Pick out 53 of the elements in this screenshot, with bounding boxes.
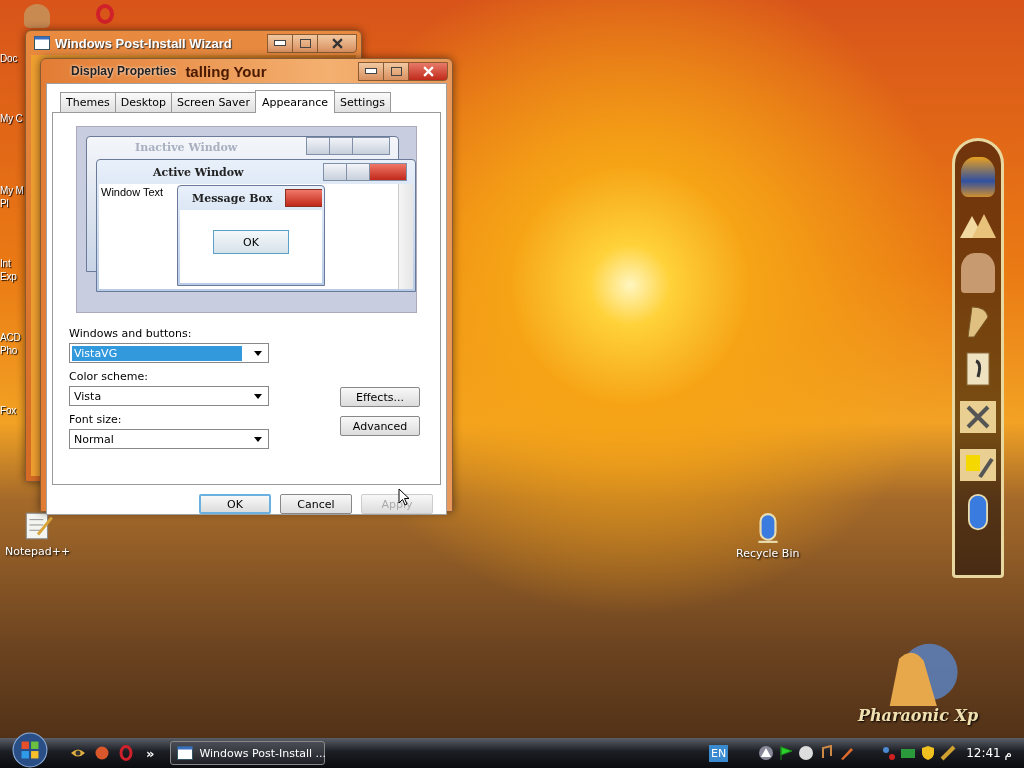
tab[interactable]: Screen Saver (171, 92, 256, 112)
tab[interactable]: Themes (60, 92, 116, 112)
dialog-button[interactable]: Advanced (340, 416, 420, 436)
ring-icon[interactable] (118, 745, 134, 761)
caret-icon (254, 436, 262, 442)
desktop-icon-label[interactable]: Recycle Bin (736, 547, 800, 560)
shield-icon[interactable] (920, 745, 937, 761)
flag-icon[interactable] (778, 745, 795, 761)
maximize-button[interactable] (383, 61, 409, 81)
desktop-icon-label[interactable]: Doc (0, 52, 18, 65)
clock: 12:41 م (966, 746, 1012, 760)
ring-icon (96, 4, 114, 24)
window-title: Windows Post-Install Wizard (55, 35, 232, 51)
window-title: Active Window (153, 165, 244, 179)
minimize-button[interactable] (358, 61, 384, 81)
tab[interactable]: Desktop (114, 92, 173, 112)
window-text: Window Text (100, 185, 165, 200)
background-window-heading: talling Your (185, 62, 267, 80)
dropdown[interactable]: Normal (69, 429, 269, 449)
logo-text: Pharaonic Xp (857, 706, 979, 725)
start-button[interactable] (12, 732, 48, 768)
close-icon (422, 65, 434, 77)
window-title: Display Properties (71, 64, 177, 78)
tab[interactable]: Appearance (254, 90, 335, 113)
taskbar-window-button[interactable]: Windows Post-Install ... (170, 741, 326, 765)
minimize-button[interactable] (267, 33, 293, 53)
dialog-button[interactable]: Effects... (340, 387, 420, 407)
close-icon (353, 138, 389, 154)
desktop-icon-label[interactable]: My C (0, 112, 23, 125)
tab[interactable]: Settings (333, 92, 392, 112)
caret-icon (254, 350, 262, 356)
window-title: Message Box (192, 191, 273, 205)
window-icon (34, 36, 50, 50)
caret-icon (254, 393, 262, 399)
window-title: Windows Post-Install ... (199, 746, 327, 760)
desktop-icon-label[interactable]: Notepad++ (5, 545, 71, 558)
ok-button[interactable]: OK (213, 230, 289, 254)
field-label: Windows and buttons: (69, 327, 193, 340)
dialog-button[interactable]: OK (199, 494, 271, 514)
window-title: Inactive Window (135, 141, 238, 154)
maximize-button[interactable] (292, 33, 318, 53)
window-icon (177, 746, 194, 760)
field-label: Font size: (69, 413, 123, 426)
more-button[interactable]: » (146, 745, 155, 761)
dropdown[interactable]: Vista (69, 386, 269, 406)
close-icon (285, 189, 322, 207)
close-button[interactable] (408, 61, 448, 81)
language-indicator[interactable]: EN (708, 744, 729, 762)
close-button[interactable] (317, 33, 357, 53)
close-icon (370, 164, 406, 180)
close-icon (331, 37, 343, 49)
dialog-button[interactable]: Cancel (280, 494, 352, 514)
field-label: Color scheme: (69, 370, 149, 383)
